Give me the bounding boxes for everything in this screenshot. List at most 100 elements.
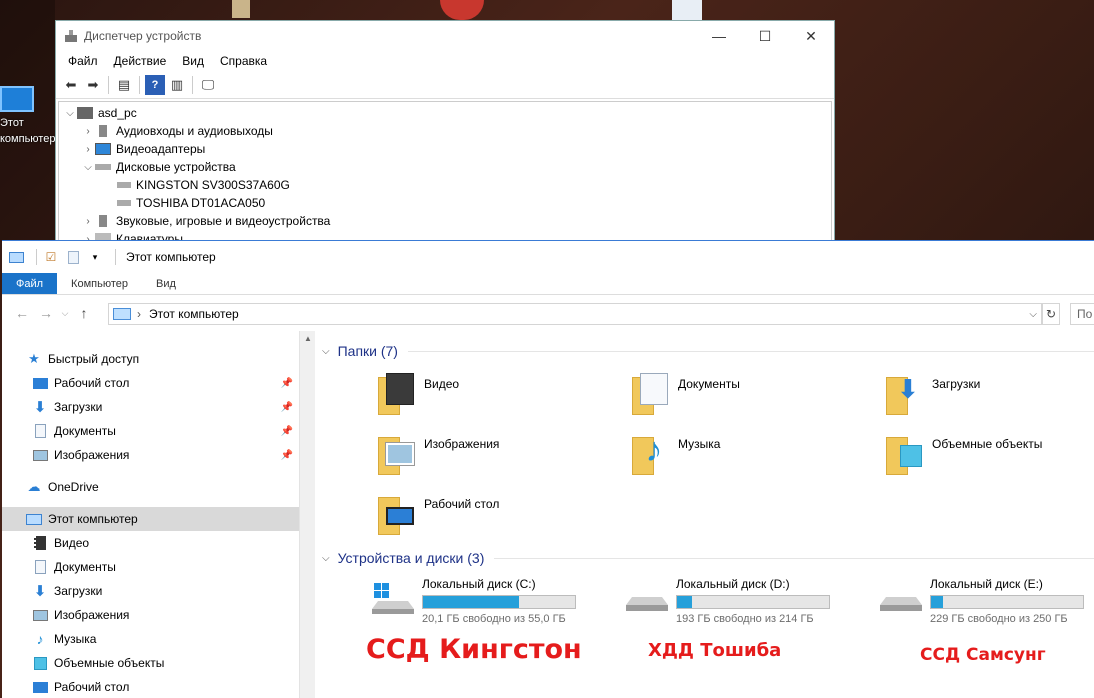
- search-input[interactable]: По: [1070, 303, 1094, 325]
- star-icon: ★: [28, 351, 40, 366]
- nav-pc-pictures[interactable]: Изображения: [2, 603, 299, 627]
- breadcrumb[interactable]: Этот компьютер: [149, 307, 239, 321]
- drive-usage-fill: [931, 596, 944, 608]
- disk-drive-icon: [117, 182, 131, 188]
- nav-downloads[interactable]: ⬇ Загрузки 📌: [2, 395, 299, 419]
- tree-node-label: asd_pc: [98, 106, 137, 120]
- chevron-right-icon[interactable]: ›: [81, 144, 95, 155]
- nav-scrollbar[interactable]: ▲: [299, 331, 315, 698]
- pin-icon[interactable]: 📌: [281, 426, 293, 437]
- nav-pc-desktop[interactable]: Рабочий стол: [2, 675, 299, 698]
- properties-checkmark-icon[interactable]: ☑: [43, 249, 59, 265]
- menu-help[interactable]: Справка: [212, 54, 275, 68]
- menu-file[interactable]: Файл: [60, 54, 106, 68]
- device-tree: ⌵ asd_pc › Аудиовходы и аудиовыходы › Ви…: [58, 101, 832, 241]
- menu-view[interactable]: Вид: [174, 54, 212, 68]
- close-button[interactable]: ✕: [788, 21, 834, 51]
- tab-computer[interactable]: Компьютер: [57, 273, 142, 294]
- nav-pc-downloads[interactable]: ⬇ Загрузки: [2, 579, 299, 603]
- tree-node-audio[interactable]: › Аудиовходы и аудиовыходы: [59, 122, 831, 140]
- folder-documents[interactable]: Документы: [632, 371, 872, 421]
- tree-node-kingston[interactable]: KINGSTON SV300S37A60G: [59, 176, 831, 194]
- view-icon[interactable]: ▥: [167, 75, 187, 95]
- chevron-down-icon[interactable]: ⌵: [63, 108, 77, 119]
- folder-3d-objects[interactable]: Объемные объекты: [886, 431, 1094, 481]
- tree-node-disk-drives[interactable]: ⌵ Дисковые устройства: [59, 158, 831, 176]
- tree-node-video-adapters[interactable]: › Видеоадаптеры: [59, 140, 831, 158]
- tree-node-sound[interactable]: › Звуковые, игровые и видеоустройства: [59, 212, 831, 230]
- minimize-button[interactable]: —: [696, 21, 742, 51]
- nav-quick-access[interactable]: ★ Быстрый доступ: [2, 347, 299, 371]
- pin-icon[interactable]: 📌: [281, 450, 293, 461]
- nav-this-pc[interactable]: Этот компьютер: [2, 507, 299, 531]
- nav-pictures[interactable]: Изображения 📌: [2, 443, 299, 467]
- forward-arrow-icon[interactable]: →: [34, 305, 58, 321]
- customize-dropdown-icon[interactable]: ▾: [87, 249, 103, 265]
- drive-d[interactable]: Локальный диск (D:) 193 ГБ свободно из 2…: [626, 577, 866, 637]
- folder-pictures[interactable]: Изображения: [378, 431, 618, 481]
- video-icon: [32, 536, 48, 550]
- desktop-icon-this-pc[interactable]: Этот компьютер: [0, 82, 56, 147]
- toolbar-separator: [36, 249, 37, 265]
- tree-node-computer[interactable]: ⌵ asd_pc: [59, 104, 831, 122]
- nav-pc-music[interactable]: ♪ Музыка: [2, 627, 299, 651]
- nav-documents[interactable]: Документы 📌: [2, 419, 299, 443]
- drive-e[interactable]: Локальный диск (E:) 229 ГБ свободно из 2…: [880, 577, 1094, 637]
- nav-label: Быстрый доступ: [48, 352, 140, 366]
- device-manager-window: Диспетчер устройств — ☐ ✕ Файл Действие …: [55, 20, 835, 242]
- download-arrow-icon: ⬇: [33, 583, 47, 600]
- folder-video[interactable]: Видео: [378, 371, 618, 421]
- group-header-folders[interactable]: ⌵ Папки (7): [322, 343, 1094, 359]
- scroll-up-icon[interactable]: ▲: [300, 331, 316, 347]
- folder-music[interactable]: ♪ Музыка: [632, 431, 872, 481]
- forward-arrow-icon[interactable]: ➡: [83, 75, 103, 95]
- back-arrow-icon[interactable]: ←: [10, 305, 34, 321]
- properties-icon[interactable]: ▤: [114, 75, 134, 95]
- folder-downloads[interactable]: ⬇ Загрузки: [886, 371, 1094, 421]
- address-bar[interactable]: › Этот компьютер ⌵: [108, 303, 1042, 325]
- pin-icon[interactable]: 📌: [281, 378, 293, 389]
- explorer-window: ☑ ▾ Этот компьютер Файл Компьютер Вид ← …: [2, 240, 1094, 698]
- nav-pc-video[interactable]: Видео: [2, 531, 299, 555]
- chevron-down-icon[interactable]: ⌵: [1029, 309, 1037, 320]
- nav-pc-documents[interactable]: Документы: [2, 555, 299, 579]
- nav-label: Объемные объекты: [54, 656, 165, 670]
- scan-hardware-icon[interactable]: 🖵: [198, 75, 218, 95]
- music-note-icon: ♪: [36, 631, 44, 647]
- chevron-down-icon[interactable]: ⌵: [322, 346, 330, 357]
- help-icon[interactable]: ?: [145, 74, 165, 95]
- drive-name: Локальный диск (C:): [422, 577, 536, 591]
- picture-icon: [32, 608, 48, 622]
- nav-label: Видео: [54, 536, 90, 550]
- pin-icon[interactable]: 📌: [281, 402, 293, 413]
- new-folder-icon[interactable]: [65, 249, 81, 265]
- nav-pc-3d-objects[interactable]: Объемные объекты: [2, 651, 299, 675]
- folder-label: Видео: [424, 377, 460, 391]
- nav-desktop[interactable]: Рабочий стол 📌: [2, 371, 299, 395]
- desktop-icon-label: компьютер: [0, 133, 56, 145]
- refresh-button[interactable]: ↻: [1042, 303, 1060, 325]
- menu-action[interactable]: Действие: [106, 54, 175, 68]
- recent-dropdown-icon[interactable]: ⌵: [58, 308, 72, 319]
- chevron-right-icon[interactable]: ›: [81, 126, 95, 137]
- up-arrow-icon[interactable]: ↑: [72, 305, 96, 321]
- group-header-devices[interactable]: ⌵ Устройства и диски (3): [322, 550, 1094, 566]
- tree-node-label: Дисковые устройства: [116, 160, 236, 174]
- group-title: Папки (7): [337, 343, 398, 359]
- chevron-right-icon[interactable]: ›: [81, 216, 95, 227]
- back-arrow-icon[interactable]: ⬅: [61, 75, 81, 95]
- nav-onedrive[interactable]: ☁ OneDrive: [2, 475, 299, 499]
- chevron-down-icon[interactable]: ⌵: [322, 553, 330, 564]
- toolbar-separator: [108, 75, 109, 94]
- tab-view[interactable]: Вид: [142, 273, 190, 294]
- device-manager-icon: [65, 30, 77, 42]
- folder-desktop[interactable]: Рабочий стол: [378, 491, 618, 541]
- chevron-down-icon[interactable]: ⌵: [81, 162, 95, 173]
- maximize-button[interactable]: ☐: [742, 21, 788, 51]
- computer-icon: [26, 512, 42, 526]
- tab-file[interactable]: Файл: [2, 273, 58, 294]
- monitor-icon: [95, 143, 111, 155]
- drive-c[interactable]: Локальный диск (C:) 20,1 ГБ свободно из …: [372, 577, 612, 637]
- tree-node-toshiba[interactable]: TOSHIBA DT01ACA050: [59, 194, 831, 212]
